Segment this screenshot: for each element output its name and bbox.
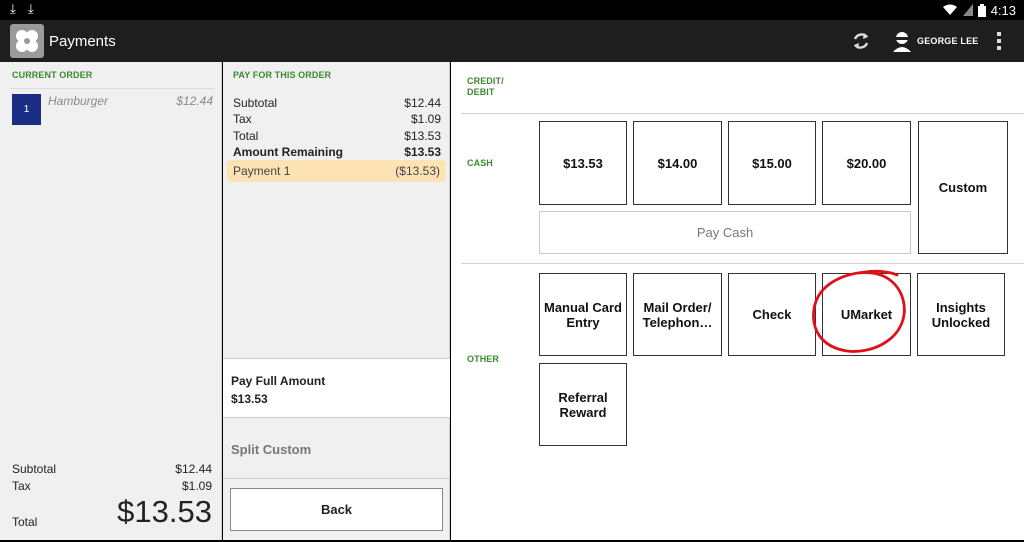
- split-custom-label: Split Custom: [231, 442, 312, 457]
- pay-total-value: $13.53: [404, 129, 441, 143]
- order-subtotal-row: Subtotal $12.44: [12, 462, 212, 476]
- mail-order-telephone-button[interactable]: Mail Order/ Telephon…: [633, 273, 722, 356]
- clover-logo-icon[interactable]: [10, 24, 44, 58]
- item-price: $12.44: [176, 94, 213, 108]
- signal-icon: [962, 4, 973, 16]
- download-icon: ⤓: [10, 1, 16, 16]
- user-menu[interactable]: GEORGE LEE: [892, 27, 979, 55]
- current-order-panel: CURRENT ORDER 1 Hamburger $12.44 Subtota…: [0, 62, 222, 540]
- pay-full-amount-button[interactable]: Pay Full Amount $13.53: [223, 358, 450, 418]
- pay-for-order-label: PAY FOR THIS ORDER: [233, 70, 332, 80]
- pay-for-order-panel: PAY FOR THIS ORDER Subtotal $12.44 Tax $…: [223, 62, 450, 540]
- pay-total-row: Total $13.53: [233, 129, 441, 143]
- amount-remaining-value: $13.53: [404, 145, 441, 159]
- manual-card-entry-button[interactable]: Manual Card Entry: [539, 273, 627, 356]
- pay-subtotal-value: $12.44: [404, 96, 441, 110]
- item-quantity: 1: [12, 94, 41, 125]
- subtotal-label: Subtotal: [12, 462, 57, 476]
- amount-remaining-label: Amount Remaining: [233, 145, 343, 159]
- umarket-button[interactable]: UMarket: [822, 273, 911, 356]
- other-label: OTHER: [467, 354, 499, 364]
- battery-icon: [977, 3, 986, 17]
- pay-tax-row: Tax $1.09: [233, 112, 441, 126]
- download-icon: ⤓: [28, 1, 34, 16]
- refresh-icon[interactable]: [848, 28, 874, 54]
- pay-tax-label: Tax: [233, 112, 252, 126]
- pay-tax-value: $1.09: [410, 112, 441, 126]
- divider: [461, 113, 1024, 114]
- order-tax-row: Tax $1.09: [12, 479, 212, 493]
- cash-amount-button[interactable]: $13.53: [539, 121, 627, 205]
- pay-cash-button[interactable]: Pay Cash: [539, 211, 911, 254]
- credit-debit-label[interactable]: CREDIT/ DEBIT: [467, 76, 504, 98]
- referral-reward-button[interactable]: Referral Reward: [539, 363, 627, 446]
- custom-cash-button[interactable]: Custom: [918, 121, 1008, 254]
- check-button[interactable]: Check: [728, 273, 816, 356]
- pay-full-amount: $13.53: [231, 392, 268, 406]
- payment-line-item[interactable]: Payment 1 ($13.53): [227, 160, 446, 182]
- user-name: GEORGE LEE: [917, 36, 979, 46]
- divider: [461, 263, 1024, 264]
- overflow-menu-icon[interactable]: [990, 29, 1008, 53]
- pay-full-label: Pay Full Amount: [231, 374, 326, 388]
- total-label: Total: [12, 515, 38, 529]
- page-title: Payments: [49, 33, 116, 50]
- cash-label: CASH: [467, 158, 493, 168]
- order-total: $13.53: [117, 494, 212, 529]
- cash-amount-button[interactable]: $20.00: [822, 121, 911, 205]
- payment-label: Payment 1: [233, 164, 291, 178]
- wifi-icon: [942, 4, 957, 15]
- tax-label: Tax: [12, 479, 31, 493]
- user-avatar-icon: [893, 32, 911, 52]
- current-order-label: CURRENT ORDER: [12, 70, 93, 80]
- pay-subtotal-label: Subtotal: [233, 96, 278, 110]
- insights-unlocked-button[interactable]: Insights Unlocked: [917, 273, 1005, 356]
- payment-amount: ($13.53): [395, 164, 440, 178]
- amount-remaining-row: Amount Remaining $13.53: [233, 145, 441, 159]
- cash-amount-button[interactable]: $15.00: [728, 121, 816, 205]
- action-bar: Payments GEORGE LEE: [0, 20, 1024, 62]
- status-bar: ⤓ ⤓ 4:13: [0, 0, 1024, 20]
- pay-subtotal-row: Subtotal $12.44: [233, 96, 441, 110]
- split-custom-button[interactable]: Split Custom: [223, 419, 450, 479]
- tender-panel: CREDIT/ DEBIT CASH $13.53 $14.00 $15.00 …: [451, 62, 1024, 540]
- order-line-item[interactable]: 1 Hamburger $12.44: [10, 88, 215, 125]
- back-button[interactable]: Back: [230, 488, 443, 531]
- cash-amount-button[interactable]: $14.00: [633, 121, 722, 205]
- subtotal-value: $12.44: [175, 462, 212, 476]
- clock: 4:13: [990, 2, 1016, 18]
- pay-total-label: Total: [233, 129, 259, 143]
- tax-value: $1.09: [181, 479, 212, 493]
- item-name: Hamburger: [48, 94, 109, 108]
